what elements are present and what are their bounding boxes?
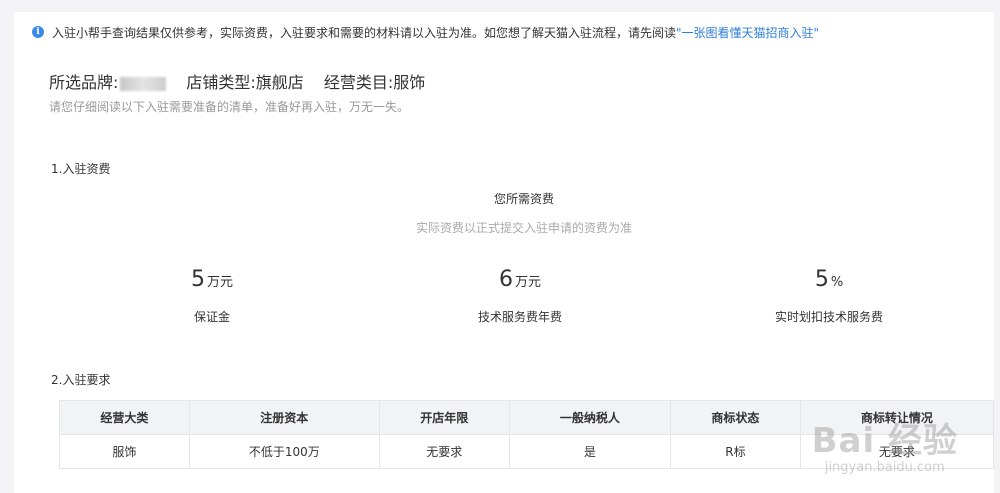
notice-bar: i 入驻小帮手查询结果仅供参考，实际资费，入驻要求和需要的材料请以入驻为准。如您… [14, 20, 819, 44]
guide-link[interactable]: "一张图看懂天猫招商入驻" [676, 24, 819, 41]
table-header-row: 经营大类 注册资本 开店年限 一般纳税人 商标状态 商标转让情况 [59, 400, 994, 435]
requirements-table: 经营大类 注册资本 开店年限 一般纳税人 商标状态 商标转让情况 服饰 不低于1… [59, 400, 994, 469]
col-trademark-status: 商标状态 [670, 400, 801, 435]
shop-type: 店铺类型:旗舰店 [186, 73, 304, 92]
section-fees-title: 1.入驻资费 [51, 162, 111, 176]
section-requirements-title: 2.入驻要求 [51, 373, 111, 387]
col-category: 经营大类 [59, 400, 190, 435]
fees-header-title: 您所需资费 [493, 192, 554, 206]
category: 经营类目:服饰 [323, 73, 426, 92]
notice-text: 入驻小帮手查询结果仅供参考，实际资费，入驻要求和需要的材料请以入驻为准。如您想了… [52, 25, 677, 40]
cell-trademark-status: R标 [670, 434, 801, 469]
selection-tip: 请您仔细阅读以下入驻需要准备的清单，准备好再入驻，万无一失。 [49, 100, 410, 114]
fee-label: 技术服务费年费 [477, 310, 562, 324]
col-trademark-transfer: 商标转让情况 [799, 400, 994, 435]
info-icon: i [32, 26, 44, 38]
fees-header: 您所需资费 实际资费以正式提交入驻申请的资费为准 [354, 190, 694, 236]
fee-label: 实时划扣技术服务费 [774, 310, 883, 324]
fee-deposit: 5 万元 保证金 [112, 267, 312, 325]
selection-summary: 所选品牌: 店铺类型:旗舰店 经营类目:服饰 [49, 69, 445, 93]
fee-amount: 6 [498, 267, 513, 292]
cell-years: 无要求 [378, 434, 510, 469]
fee-annual-service: 6 万元 技术服务费年费 [420, 267, 620, 325]
col-taxpayer: 一般纳税人 [508, 400, 672, 435]
col-years: 开店年限 [378, 400, 510, 435]
col-capital: 注册资本 [188, 400, 380, 435]
fee-amount: 5 [190, 267, 205, 292]
cell-capital: 不低于100万 [188, 434, 380, 469]
brand-redacted [120, 76, 167, 91]
fees-header-sub: 实际资费以正式提交入驻申请的资费为准 [415, 221, 632, 235]
fee-unit: % [830, 275, 844, 290]
cell-trademark-transfer: 无要求 [799, 434, 994, 469]
result-panel: i 入驻小帮手查询结果仅供参考，实际资费，入驻要求和需要的材料请以入驻为准。如您… [14, 12, 994, 493]
fee-unit: 万元 [206, 275, 233, 290]
fee-realtime-service: 5% 实时划扣技术服务费 [729, 267, 929, 325]
cell-taxpayer: 是 [508, 434, 672, 469]
fee-label: 保证金 [193, 310, 230, 324]
cell-category: 服饰 [59, 434, 190, 469]
fee-amount: 5 [814, 267, 829, 292]
brand-label: 所选品牌: [49, 69, 167, 93]
table-row: 服饰 不低于100万 无要求 是 R标 无要求 [59, 434, 994, 469]
fee-unit: 万元 [514, 275, 541, 290]
